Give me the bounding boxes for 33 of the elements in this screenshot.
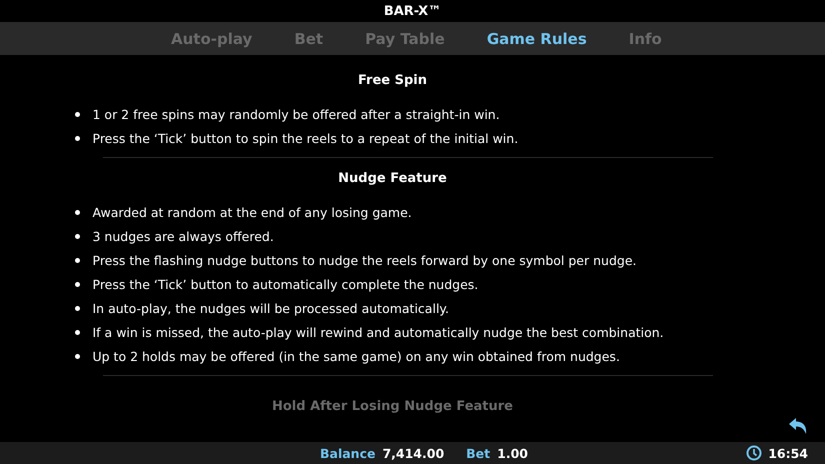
balance-value: 7,414.00 xyxy=(382,446,444,460)
rule-text: Press the ‘Tick’ button to spin the reels to a repeat of the initial win. xyxy=(92,130,518,146)
rule-text: Press the ‘Tick’ button to automatically complete the nudges. xyxy=(92,276,478,292)
rule-text: If a win is missed, the auto-play will rewind and automatically nudge the best combination. xyxy=(92,324,664,340)
bullet-icon xyxy=(74,306,80,310)
bullet-icon xyxy=(74,234,80,238)
bullet-icon xyxy=(74,136,80,140)
bullet-icon xyxy=(74,330,80,334)
bet-label: Bet xyxy=(466,446,490,460)
section-heading: Nudge Feature xyxy=(338,170,447,188)
tab[interactable]: Game Rules xyxy=(466,30,608,48)
rule-text: Awarded at random at the end of any losing game. xyxy=(92,204,412,220)
balance-label: Balance xyxy=(320,446,376,460)
rule-text: Press the flashing nudge buttons to nudge the reels forward by one symbol per nudge. xyxy=(92,252,636,268)
bullet-icon xyxy=(74,258,80,262)
section-heading: Hold After Losing Nudge Feature xyxy=(272,398,513,416)
rule-text: 1 or 2 free spins may randomly be offered after a straight-in win. xyxy=(92,106,500,122)
clock-time: 16:54 xyxy=(768,446,808,460)
bullet-icon xyxy=(74,282,80,286)
rule-text: Up to 2 holds may be offered (in the same game) on any win obtained from nudges. xyxy=(92,348,620,364)
rule-text: 3 nudges are always offered. xyxy=(92,228,274,244)
bullet-icon xyxy=(74,354,80,358)
bullet-icon xyxy=(74,112,80,116)
tab[interactable]: Bet xyxy=(273,30,344,48)
tab[interactable]: Pay Table xyxy=(344,30,466,48)
window-title: BAR-X™ xyxy=(384,4,442,18)
bullet-icon xyxy=(74,210,80,214)
bet-value: 1.00 xyxy=(497,446,528,460)
rule-text: In auto-play, the nudges will be processed automatically. xyxy=(92,300,450,316)
tab[interactable]: Info xyxy=(608,30,683,48)
clock-icon xyxy=(746,445,762,461)
section-heading: Free Spin xyxy=(358,72,427,90)
tab[interactable]: Auto-play xyxy=(150,30,274,48)
